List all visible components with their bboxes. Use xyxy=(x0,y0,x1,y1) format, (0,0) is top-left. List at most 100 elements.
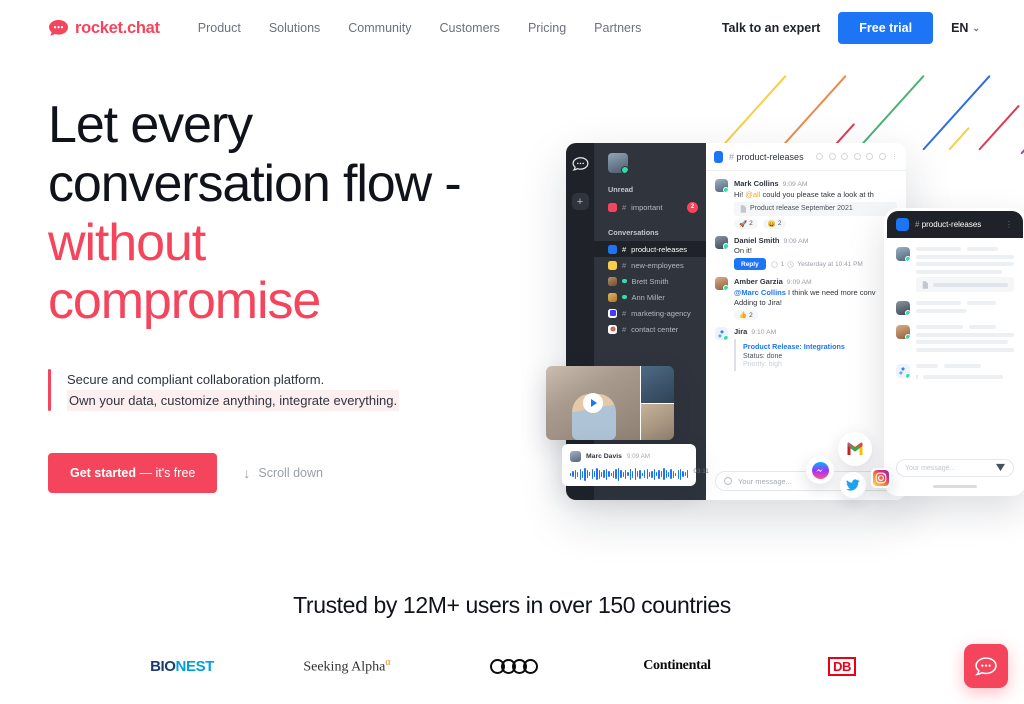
sidebar-item-ann-miller[interactable]: Ann Miller xyxy=(594,289,706,305)
kebab-menu-icon[interactable]: ⋮ xyxy=(891,153,898,161)
list-item xyxy=(896,325,1014,355)
talk-to-expert-link[interactable]: Talk to an expert xyxy=(722,21,820,35)
waveform-bar xyxy=(641,472,644,476)
avatar[interactable] xyxy=(608,153,628,173)
waveform-bar xyxy=(598,469,600,479)
avatar xyxy=(715,179,728,192)
waveform-bar xyxy=(577,471,579,477)
reply-button[interactable]: Reply xyxy=(734,258,766,270)
get-started-button[interactable]: Get started — it's free xyxy=(48,453,218,494)
channel-toolbar: ⋮ xyxy=(816,153,898,161)
reaction-chip[interactable]: 🚀 2 xyxy=(734,218,758,229)
waveform-bar xyxy=(675,472,677,476)
seeking-alpha-text: Seeking Alpha xyxy=(303,659,386,675)
waveform-bar xyxy=(670,469,672,479)
waveform-bar xyxy=(653,468,655,480)
nav-item-partners[interactable]: Partners xyxy=(594,21,641,35)
video-main-participant xyxy=(546,366,640,440)
bionest-part-2: NEST xyxy=(175,657,215,675)
message-timestamp: 9:09 AM xyxy=(786,279,812,286)
kebab-menu-icon[interactable]: ⋮ xyxy=(1005,220,1014,229)
message-timestamp: 9:09 AM xyxy=(783,237,809,245)
subtitle-line-2: Own your data, customize anything, integ… xyxy=(67,390,400,412)
waveform-bar xyxy=(579,468,581,480)
home-indicator xyxy=(933,485,977,488)
globe-icon[interactable] xyxy=(816,153,823,160)
waveform-bar xyxy=(589,472,591,476)
decor-line xyxy=(718,74,787,151)
play-icon[interactable] xyxy=(583,393,603,413)
channel-header: # product-releases ⋮ xyxy=(706,143,906,171)
video-call-card[interactable] xyxy=(546,366,674,440)
send-icon[interactable] xyxy=(996,463,1005,474)
sidebar-item-brett-smith[interactable]: Brett Smith xyxy=(594,273,706,289)
sidebar-item-marketing-agency[interactable]: # marketing-agency xyxy=(594,305,706,321)
sidebar-item-new-employees[interactable]: # new-employees xyxy=(594,257,706,273)
chat-widget-button[interactable] xyxy=(964,644,1008,688)
mention[interactable]: @all xyxy=(745,190,760,199)
language-label: EN xyxy=(951,21,969,35)
message-item: Mark Collins 9:09 AM Hi! @all could you … xyxy=(715,179,897,229)
instagram-icon[interactable] xyxy=(871,468,891,488)
message-text: @Marc Collins I think we need more conv xyxy=(734,288,897,297)
waveform-bar xyxy=(672,470,675,478)
nav-item-customers[interactable]: Customers xyxy=(440,21,500,35)
composer-placeholder: Your message... xyxy=(738,476,792,486)
waveform-bar xyxy=(656,472,658,476)
free-trial-button[interactable]: Free trial xyxy=(838,12,934,44)
nav-item-product[interactable]: Product xyxy=(198,21,241,35)
audio-waveform[interactable] xyxy=(570,467,689,481)
message-author: Jira xyxy=(734,327,748,336)
channel-color-swatch xyxy=(896,218,909,231)
reaction-chip[interactable]: 😄 2 xyxy=(762,218,787,229)
sidebar-item-important[interactable]: # important 2 xyxy=(594,198,706,216)
decor-line xyxy=(948,126,971,151)
create-new-button[interactable]: + xyxy=(571,193,589,210)
twitter-icon[interactable] xyxy=(840,472,866,498)
waveform-bar xyxy=(646,469,648,479)
emoji-icon[interactable] xyxy=(724,477,732,485)
phone-icon[interactable] xyxy=(866,153,873,160)
waveform-bar xyxy=(620,470,622,478)
avatar xyxy=(608,292,617,302)
mention[interactable]: @Marc Collins xyxy=(734,288,786,297)
sidebar-item-label: Ann Miller xyxy=(631,292,665,302)
thread-row: Reply 1 Yesterday at 10:41 PM xyxy=(734,258,897,270)
message-text: On it! xyxy=(734,246,752,255)
avatar xyxy=(896,325,910,339)
threads-icon[interactable] xyxy=(841,153,848,160)
jira-card[interactable]: Product Release: Integrations Status: do… xyxy=(734,339,897,371)
language-selector[interactable]: EN ⌄ xyxy=(951,21,980,35)
gmail-icon[interactable] xyxy=(838,432,872,466)
trusted-heading: Trusted by 12M+ users in over 150 countr… xyxy=(293,592,731,618)
waveform-bar xyxy=(660,471,663,477)
nav-item-community[interactable]: Community xyxy=(348,21,411,35)
sidebar-item-product-releases[interactable]: # product-releases xyxy=(594,241,706,257)
phone-composer-placeholder: Your message... xyxy=(905,464,956,472)
waveform-bar xyxy=(679,468,682,480)
phone-message-composer[interactable]: Your message... xyxy=(896,459,1014,477)
waveform-bar xyxy=(644,470,646,478)
nav-item-pricing[interactable]: Pricing xyxy=(528,21,566,35)
phone-channel-header: # product-releases ⋮ xyxy=(887,211,1023,238)
info-icon[interactable] xyxy=(828,153,836,160)
waveform-bar xyxy=(622,471,624,477)
reaction-count: 2 xyxy=(777,220,782,227)
sidebar-item-contact-center[interactable]: # contact center xyxy=(594,321,706,337)
rocket-chat-logo[interactable]: rocket.chat xyxy=(48,19,160,38)
waveform-bar xyxy=(639,469,641,479)
waveform-bar xyxy=(634,468,636,480)
nav-item-solutions[interactable]: Solutions xyxy=(269,21,320,35)
messenger-icon[interactable] xyxy=(806,456,834,484)
message-attachment[interactable]: Product release September 2021 xyxy=(734,201,897,216)
online-status-icon xyxy=(622,294,627,300)
message-item: Jira 9:10 AM Product Release: Integratio… xyxy=(715,327,897,371)
conversations-header: Conversations xyxy=(608,228,659,237)
waveform-bar xyxy=(648,471,651,477)
avatar xyxy=(896,247,910,261)
reaction-chip[interactable]: 👍 2 xyxy=(734,310,758,320)
discussion-icon[interactable] xyxy=(853,153,861,160)
scroll-down-link[interactable]: ↓ Scroll down xyxy=(243,465,323,481)
sidebar-item-label: contact center xyxy=(631,324,679,334)
members-icon[interactable] xyxy=(878,153,886,160)
